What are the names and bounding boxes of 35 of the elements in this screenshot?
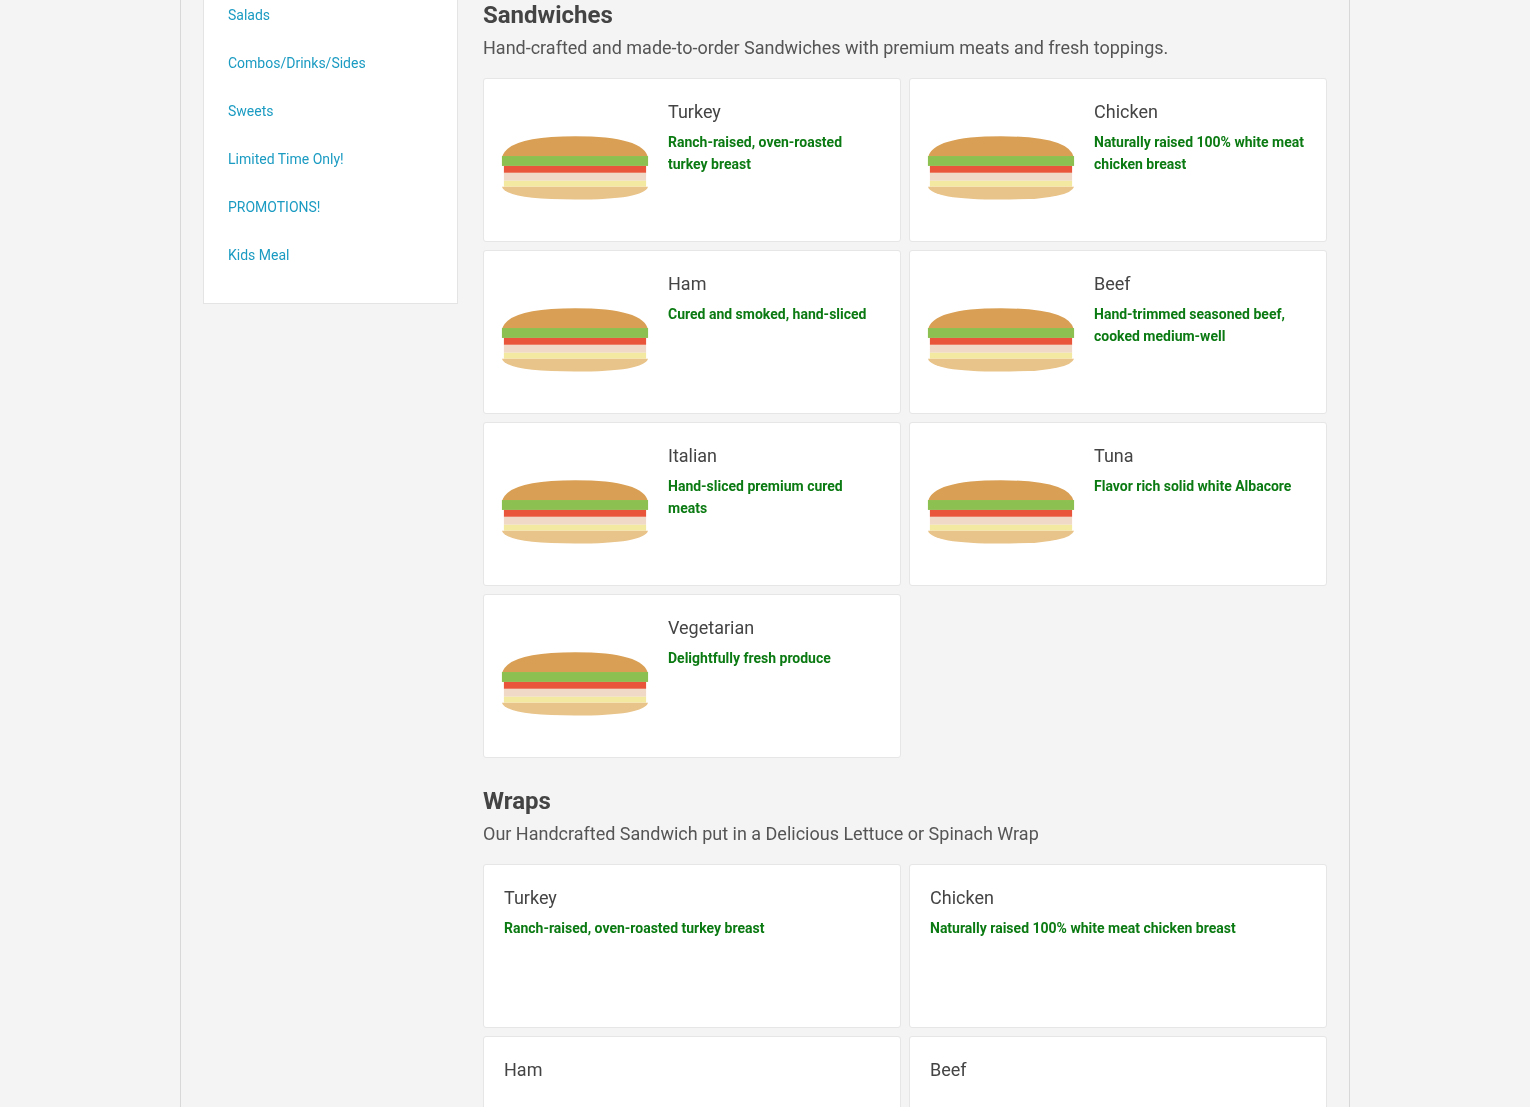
menu-item-card[interactable]: Beef Hand-trimmed seasoned beef, cooked medium-well: [909, 250, 1327, 414]
item-name: Beef: [930, 1059, 968, 1081]
item-description: Hand-trimmed seasoned beef, cooked medium-well: [1094, 305, 1286, 346]
section-title: Sandwiches: [483, 0, 614, 30]
item-name: Ham: [504, 1059, 544, 1081]
section-title: Wraps: [483, 786, 552, 816]
item-description: Cured and smoked, hand-sliced: [668, 305, 868, 324]
menu-item-card[interactable]: Turkey Ranch-raised, oven-roasted turkey breast: [483, 864, 901, 1028]
item-name: Tuna: [1094, 445, 1135, 467]
item-description: Ranch-raised, oven-roasted turkey breast: [504, 919, 766, 938]
item-description: Ranch-raised, oven-roasted turkey breast: [668, 133, 844, 174]
menu-item-card[interactable]: Turkey Ranch-raised, oven-roasted turkey breast: [483, 78, 901, 242]
item-description: Hand-sliced premium cured meats: [668, 477, 844, 518]
item-description: Delightfully fresh produce: [668, 649, 832, 668]
item-name: Chicken: [930, 887, 995, 909]
menu-item-card[interactable]: Ham Cured and smoked, hand-sliced: [483, 250, 901, 414]
menu-item-card[interactable]: Ham: [483, 1036, 901, 1107]
item-name: Chicken: [1094, 101, 1159, 123]
item-name: Italian: [668, 445, 719, 467]
item-description: Naturally raised 100% white meat chicken breast: [930, 919, 1237, 938]
item-name: Ham: [668, 273, 708, 295]
menu-item-card[interactable]: Italian Hand-sliced premium cured meats: [483, 422, 901, 586]
menu-item-card[interactable]: Chicken Naturally raised 100% white meat chicken breast: [909, 864, 1327, 1028]
item-name: Beef: [1094, 273, 1132, 295]
menu-item-card[interactable]: Vegetarian Delightfully fresh produce: [483, 594, 901, 758]
menu-item-card[interactable]: Tuna Flavor rich solid white Albacore: [909, 422, 1327, 586]
menu-item-card[interactable]: Beef: [909, 1036, 1327, 1107]
section-subtitle: Hand-crafted and made-to-order Sandwiches with premium meats and fresh toppings.: [483, 36, 1170, 60]
item-name: Turkey: [504, 887, 558, 909]
menu-item-card[interactable]: Chicken Naturally raised 100% white meat chicken breast: [909, 78, 1327, 242]
item-name: Vegetarian: [668, 617, 756, 639]
section-subtitle: Our Handcrafted Sandwich put in a Delicious Lettuce or Spinach Wrap: [483, 822, 1040, 846]
item-name: Turkey: [668, 101, 722, 123]
item-description: Naturally raised 100% white meat chicken breast: [1094, 133, 1305, 174]
item-description: Flavor rich solid white Albacore: [1094, 477, 1293, 496]
